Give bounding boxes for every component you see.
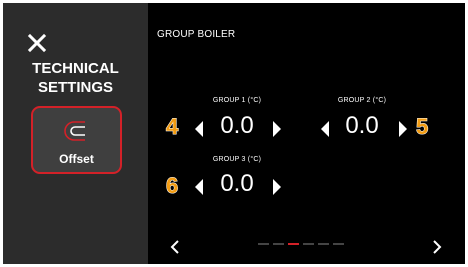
- group3-value[interactable]: 0.0: [213, 170, 261, 198]
- page-dot: [333, 243, 344, 245]
- chevron-right-icon[interactable]: [431, 239, 443, 255]
- page-dot: [318, 243, 329, 245]
- page-title: GROUP BOILER: [157, 29, 236, 40]
- close-button[interactable]: [27, 33, 47, 53]
- page-dot: [273, 243, 284, 245]
- group2-value[interactable]: 0.0: [338, 112, 386, 140]
- group1-increase-arrow[interactable]: [273, 121, 281, 137]
- group3-increase-arrow[interactable]: [273, 179, 281, 195]
- group2-badge: 5: [415, 114, 429, 139]
- group1-decrease-arrow[interactable]: [195, 121, 203, 137]
- page-dot-active: [288, 243, 299, 245]
- group3-label: GROUP 3 (°C): [212, 156, 262, 163]
- group3-decrease-arrow[interactable]: [195, 179, 203, 195]
- chevron-left-icon[interactable]: [169, 239, 181, 255]
- sidebar-title-line1: TECHNICAL: [32, 60, 119, 77]
- page-dot: [303, 243, 314, 245]
- close-icon: [27, 33, 47, 53]
- offset-button-label: Offset: [59, 152, 94, 166]
- group2-label: GROUP 2 (°C): [337, 97, 387, 104]
- group1-label: GROUP 1 (°C): [212, 97, 262, 104]
- sidebar-title-line2: SETTINGS: [37, 79, 113, 96]
- group1-value[interactable]: 0.0: [213, 112, 261, 140]
- group2-increase-arrow[interactable]: [399, 121, 407, 137]
- offset-icon: [64, 121, 85, 141]
- group3-badge: 6: [165, 173, 179, 198]
- offset-button[interactable]: Offset: [31, 106, 122, 174]
- group2-decrease-arrow[interactable]: [321, 121, 329, 137]
- group1-badge: 4: [165, 114, 179, 139]
- page-dot: [258, 243, 269, 245]
- screen: TECHNICAL SETTINGS Offset GROUP BOILER G…: [3, 3, 465, 264]
- sidebar: TECHNICAL SETTINGS Offset: [3, 3, 148, 264]
